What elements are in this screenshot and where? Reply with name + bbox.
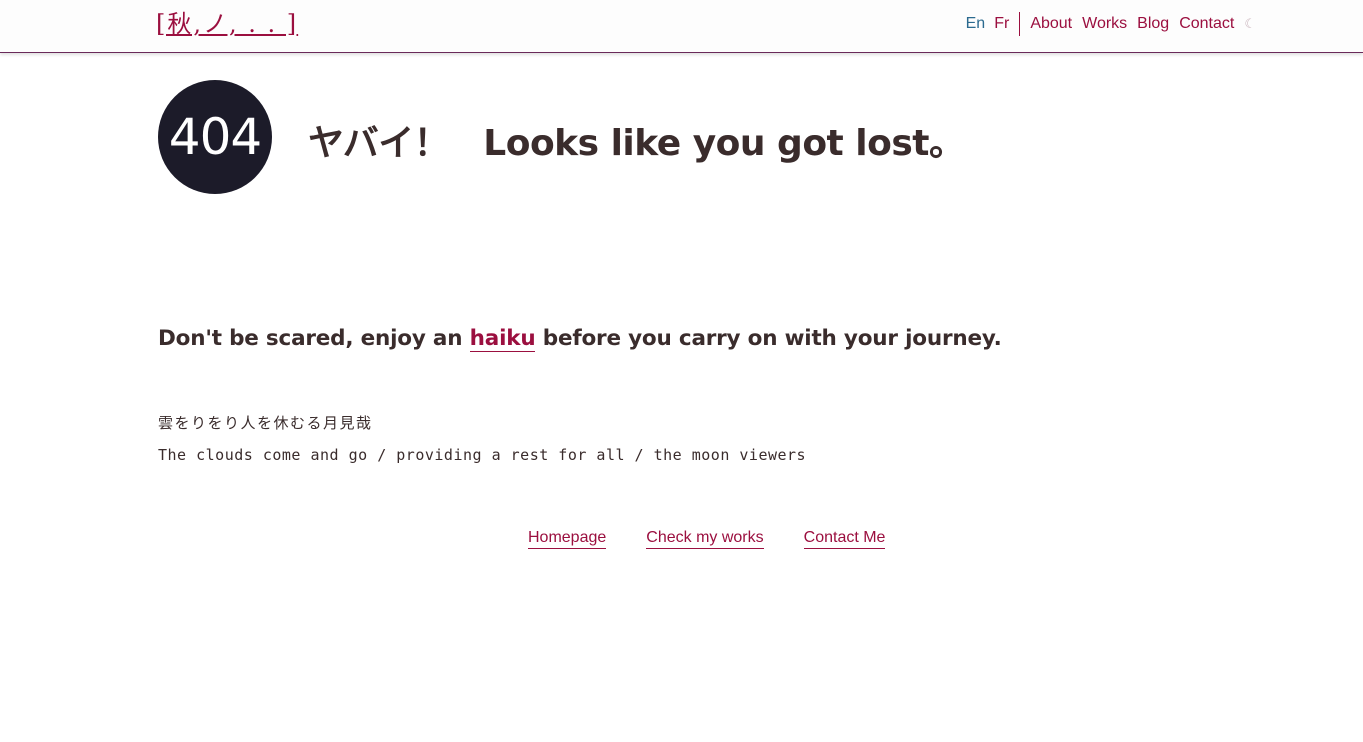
error-code-badge: 404 bbox=[158, 80, 272, 194]
page-title-en: Looks like you got lost。 bbox=[483, 123, 965, 164]
haiku-japanese: 雲をりをり人を休むる月見哉 bbox=[158, 414, 373, 432]
nav-divider bbox=[1019, 12, 1021, 36]
moon-icon[interactable]: ☾ bbox=[1244, 16, 1256, 32]
footer-links: Homepage Check my works Contact Me bbox=[528, 529, 886, 549]
haiku-intro-after: before you carry on with your journey. bbox=[542, 326, 1002, 351]
lang-fr-link[interactable]: Fr bbox=[994, 15, 1009, 33]
haiku-intro: Don't be scared, enjoy an haiku before y… bbox=[158, 326, 1002, 352]
top-navbar: [秋,ノ, . . ] En Fr About Works Blog Conta… bbox=[0, 0, 1363, 53]
contact-me-link[interactable]: Contact Me bbox=[803, 529, 886, 549]
page-title-jp: ヤバイ！ bbox=[308, 123, 450, 164]
haiku-link[interactable]: haiku bbox=[469, 326, 536, 352]
haiku-english: The clouds come and go / providing a res… bbox=[158, 446, 807, 464]
nav-contact-link[interactable]: Contact bbox=[1179, 15, 1234, 33]
haiku-intro-before: Don't be scared, enjoy an bbox=[158, 326, 463, 351]
lang-en-link[interactable]: En bbox=[966, 15, 986, 33]
site-logo[interactable]: [秋,ノ, . . ] bbox=[156, 8, 298, 40]
nav-blog-link[interactable]: Blog bbox=[1137, 15, 1169, 33]
nav-works-link[interactable]: Works bbox=[1082, 15, 1127, 33]
homepage-link[interactable]: Homepage bbox=[528, 529, 607, 549]
page-title: ヤバイ！ Looks like you got lost。 bbox=[308, 114, 965, 166]
logo-text: [秋,ノ, . . ] bbox=[156, 10, 299, 38]
nav-about-link[interactable]: About bbox=[1030, 15, 1072, 33]
main-nav: En Fr About Works Blog Contact ☾ bbox=[966, 11, 1256, 37]
error-code: 404 bbox=[168, 108, 262, 166]
check-works-link[interactable]: Check my works bbox=[646, 529, 764, 549]
